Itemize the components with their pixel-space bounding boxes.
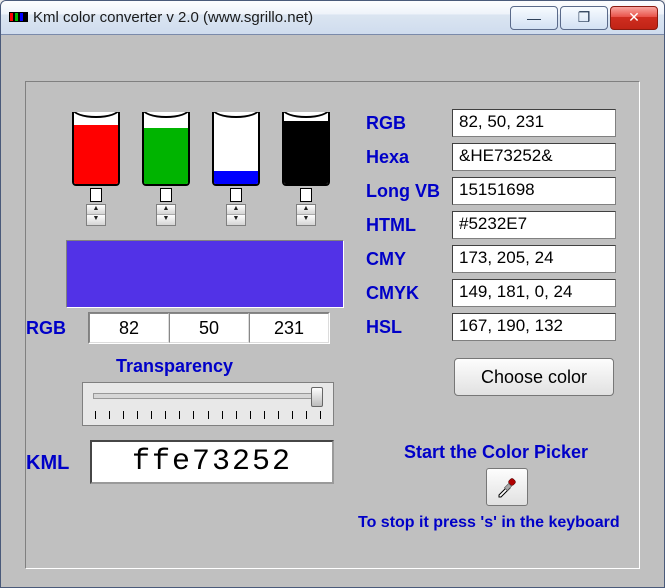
choose-color-button[interactable]: Choose color <box>454 358 614 396</box>
blue-spinner[interactable]: ▲▼ <box>226 204 246 226</box>
kml-output[interactable]: ffe73252 <box>90 440 334 484</box>
rgb-g-input[interactable]: 50 <box>169 313 249 343</box>
readout-hexa-label: Hexa <box>366 147 452 168</box>
black-spinner[interactable]: ▲▼ <box>296 204 316 226</box>
transparency-slider[interactable] <box>82 382 334 426</box>
blue-bottle: ▲▼ <box>210 112 262 226</box>
readout-rgb-label: RGB <box>366 113 452 134</box>
maximize-button[interactable]: ❐ <box>560 6 608 30</box>
green-spinner[interactable]: ▲▼ <box>156 204 176 226</box>
kml-label: KML <box>26 452 69 475</box>
readout-cmy-label: CMY <box>366 249 452 270</box>
readout-html-value[interactable]: #5232E7 <box>452 211 616 239</box>
readout-hsl-label: HSL <box>366 317 452 338</box>
paint-bottles: ▲▼ ▲▼ ▲▼ ▲▼ <box>70 112 332 226</box>
transparency-label: Transparency <box>116 356 233 377</box>
stop-color-picker-label: To stop it press 's' in the keyboard <box>358 514 620 532</box>
app-window: Kml color converter v 2.0 (www.sgrillo.n… <box>0 0 665 588</box>
red-fill <box>74 125 118 184</box>
window-title: Kml color converter v 2.0 (www.sgrillo.n… <box>33 9 508 26</box>
red-bottle: ▲▼ <box>70 112 122 226</box>
close-button[interactable]: ✕ <box>610 6 658 30</box>
red-spinner[interactable]: ▲▼ <box>86 204 106 226</box>
client-area: ▲▼ ▲▼ ▲▼ ▲▼ RGB <box>1 35 664 587</box>
readout-cmyk-label: CMYK <box>366 283 452 304</box>
rgb-section-label: RGB <box>26 318 86 339</box>
green-fill <box>144 128 188 184</box>
eyedropper-icon <box>496 476 518 498</box>
green-bottle: ▲▼ <box>140 112 192 226</box>
start-color-picker-label: Start the Color Picker <box>404 442 588 463</box>
color-readouts: RGB 82, 50, 231 Hexa &HE73252& Long VB 1… <box>366 106 616 344</box>
app-icon <box>9 9 27 27</box>
minimize-button[interactable]: — <box>510 6 558 30</box>
main-panel: ▲▼ ▲▼ ▲▼ ▲▼ RGB <box>25 81 640 569</box>
rgb-r-input[interactable]: 82 <box>89 313 169 343</box>
rgb-value-row: 82 50 231 <box>88 312 330 344</box>
blue-fill <box>214 171 258 184</box>
title-bar[interactable]: Kml color converter v 2.0 (www.sgrillo.n… <box>1 1 664 35</box>
black-fill <box>284 121 328 184</box>
readout-hexa-value[interactable]: &HE73252& <box>452 143 616 171</box>
readout-longvb-label: Long VB <box>366 181 452 202</box>
readout-hsl-value[interactable]: 167, 190, 132 <box>452 313 616 341</box>
readout-longvb-value[interactable]: 15151698 <box>452 177 616 205</box>
readout-cmy-value[interactable]: 173, 205, 24 <box>452 245 616 273</box>
slider-thumb[interactable] <box>311 387 323 407</box>
color-picker-button[interactable] <box>486 468 528 506</box>
color-swatch <box>66 240 344 308</box>
readout-rgb-value[interactable]: 82, 50, 231 <box>452 109 616 137</box>
readout-html-label: HTML <box>366 215 452 236</box>
black-bottle: ▲▼ <box>280 112 332 226</box>
rgb-b-input[interactable]: 231 <box>249 313 329 343</box>
readout-cmyk-value[interactable]: 149, 181, 0, 24 <box>452 279 616 307</box>
